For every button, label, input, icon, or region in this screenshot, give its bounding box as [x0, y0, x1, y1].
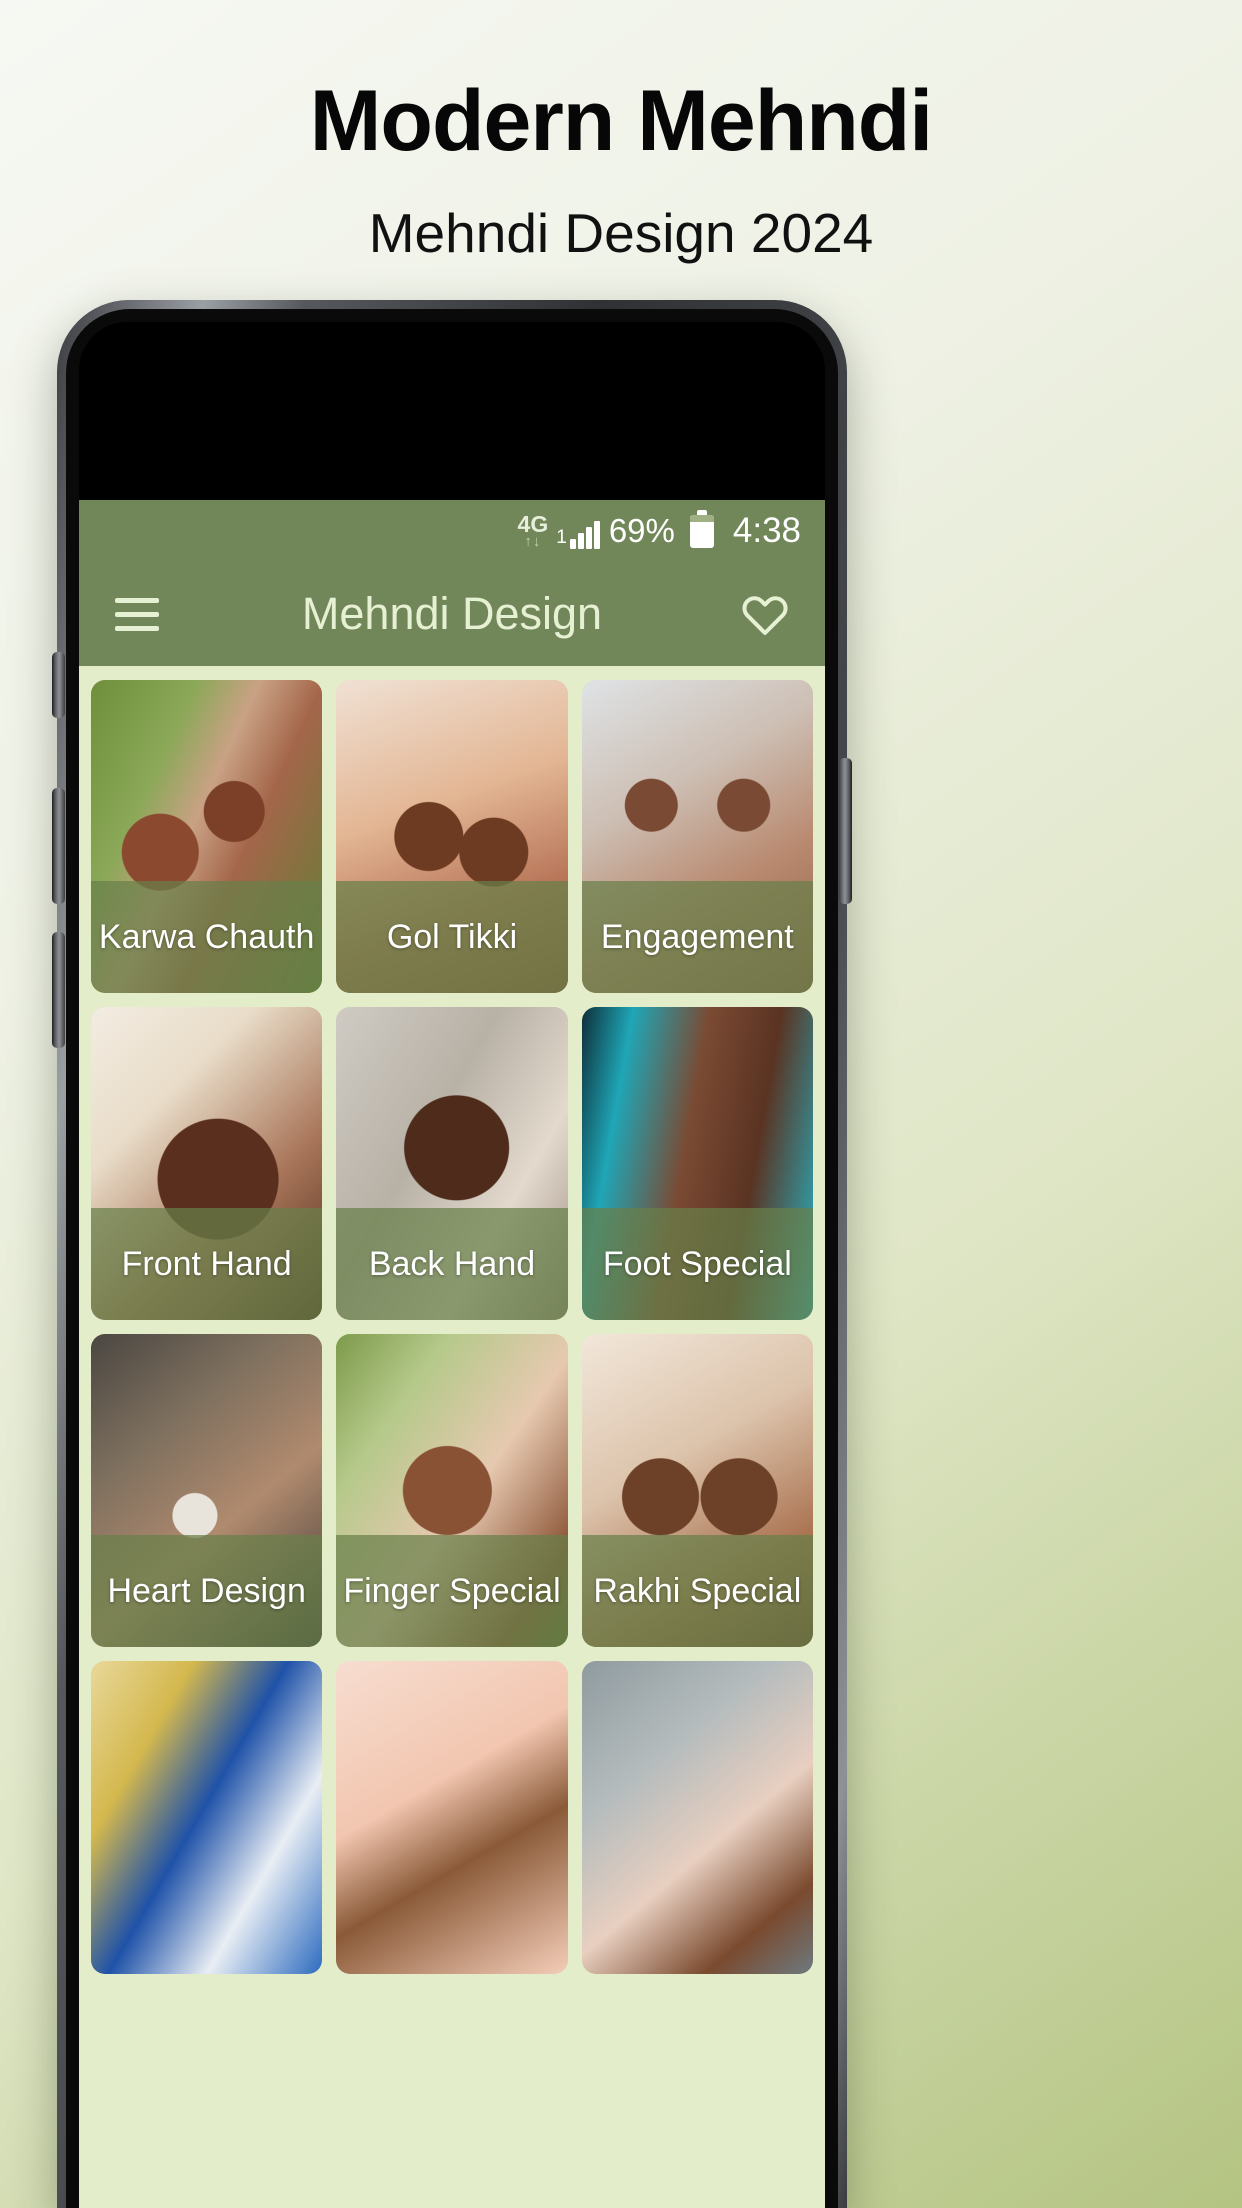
signal-bar-2: [577, 533, 584, 549]
category-tile[interactable]: Rakhi Special: [581, 1334, 813, 1647]
category-label: Foot Special: [602, 1244, 792, 1283]
signal-bar-4: [593, 521, 600, 549]
hamburger-line-1: [115, 597, 159, 603]
category-label-band: Finger Special: [336, 1535, 568, 1647]
page-title: Mehndi Design: [301, 588, 603, 639]
category-thumbnail: [581, 1661, 813, 1974]
category-label-band: Gol Tikki: [336, 881, 568, 993]
sim-slot-label: 1: [556, 527, 567, 548]
category-tile[interactable]: Gol Tikki: [336, 680, 568, 993]
category-label-band: Heart Design: [91, 1535, 323, 1647]
signal-strength-icon: 1: [556, 521, 600, 549]
hamburger-menu-icon[interactable]: [115, 597, 159, 631]
category-tile[interactable]: Front Hand: [91, 1007, 323, 1320]
phone-screen: 4G ↑↓ 1 69% 4:38 Mehndi Design Karwa Cha…: [79, 322, 825, 2208]
category-thumbnail: [91, 1661, 323, 1974]
promo-header: Modern Mehndi Mehndi Design 2024: [0, 0, 1242, 261]
category-label: Back Hand: [368, 1244, 536, 1283]
category-tile[interactable]: Engagement: [581, 680, 813, 993]
network-indicator: 4G ↑↓ 1: [518, 513, 600, 549]
promo-subtitle: Mehndi Design 2024: [368, 202, 874, 264]
category-label-band: Engagement: [581, 881, 813, 993]
network-type-icon: 4G ↑↓: [518, 513, 549, 550]
category-tile[interactable]: Finger Special: [336, 1334, 568, 1647]
category-label: Heart Design: [107, 1571, 306, 1610]
heart-outline-icon[interactable]: [741, 590, 789, 638]
signal-bar-3: [585, 527, 592, 549]
category-label-band: Back Hand: [336, 1208, 568, 1320]
category-tile[interactable]: Back Hand: [336, 1007, 568, 1320]
category-label-band: Foot Special: [581, 1208, 813, 1320]
signal-bar-1: [569, 539, 576, 549]
category-label-band: Karwa Chauth: [91, 881, 323, 993]
app-bar: Mehndi Design: [79, 562, 825, 666]
category-tile[interactable]: [581, 1661, 813, 1974]
phone-mockup: 4G ↑↓ 1 69% 4:38 Mehndi Design Karwa Cha…: [52, 300, 852, 2208]
promo-title: Modern Mehndi: [309, 73, 933, 169]
category-label: Karwa Chauth: [98, 917, 315, 956]
category-tile[interactable]: Karwa Chauth: [91, 680, 323, 993]
category-label: Engagement: [600, 917, 794, 956]
status-bar-clock: 4:38: [732, 511, 801, 550]
hamburger-line-3: [115, 625, 159, 631]
volume-down-button[interactable]: [52, 932, 65, 1048]
category-label: Gol Tikki: [386, 917, 518, 956]
data-transfer-arrows-icon: ↑↓: [524, 533, 542, 550]
category-tile[interactable]: [91, 1661, 323, 1974]
volume-up-button[interactable]: [52, 788, 65, 904]
category-label: Front Hand: [121, 1244, 292, 1283]
category-tile[interactable]: [336, 1661, 568, 1974]
status-bar: 4G ↑↓ 1 69% 4:38: [79, 500, 825, 562]
hamburger-line-2: [115, 611, 159, 617]
category-label: Finger Special: [343, 1571, 561, 1610]
battery-percent-label: 69%: [608, 512, 675, 549]
category-tile[interactable]: Heart Design: [91, 1334, 323, 1647]
category-label: Rakhi Special: [593, 1571, 802, 1610]
silent-switch[interactable]: [52, 652, 65, 718]
category-tile[interactable]: Foot Special: [581, 1007, 813, 1320]
category-label-band: Front Hand: [91, 1208, 323, 1320]
app-viewport: 4G ↑↓ 1 69% 4:38 Mehndi Design Karwa Cha…: [79, 500, 825, 2208]
category-label-band: Rakhi Special: [581, 1535, 813, 1647]
battery-icon: [689, 509, 714, 548]
category-grid: Karwa Chauth Gol Tikki Engagement Front Han…: [79, 666, 825, 1974]
power-button[interactable]: [839, 758, 852, 904]
category-thumbnail: [336, 1661, 568, 1974]
